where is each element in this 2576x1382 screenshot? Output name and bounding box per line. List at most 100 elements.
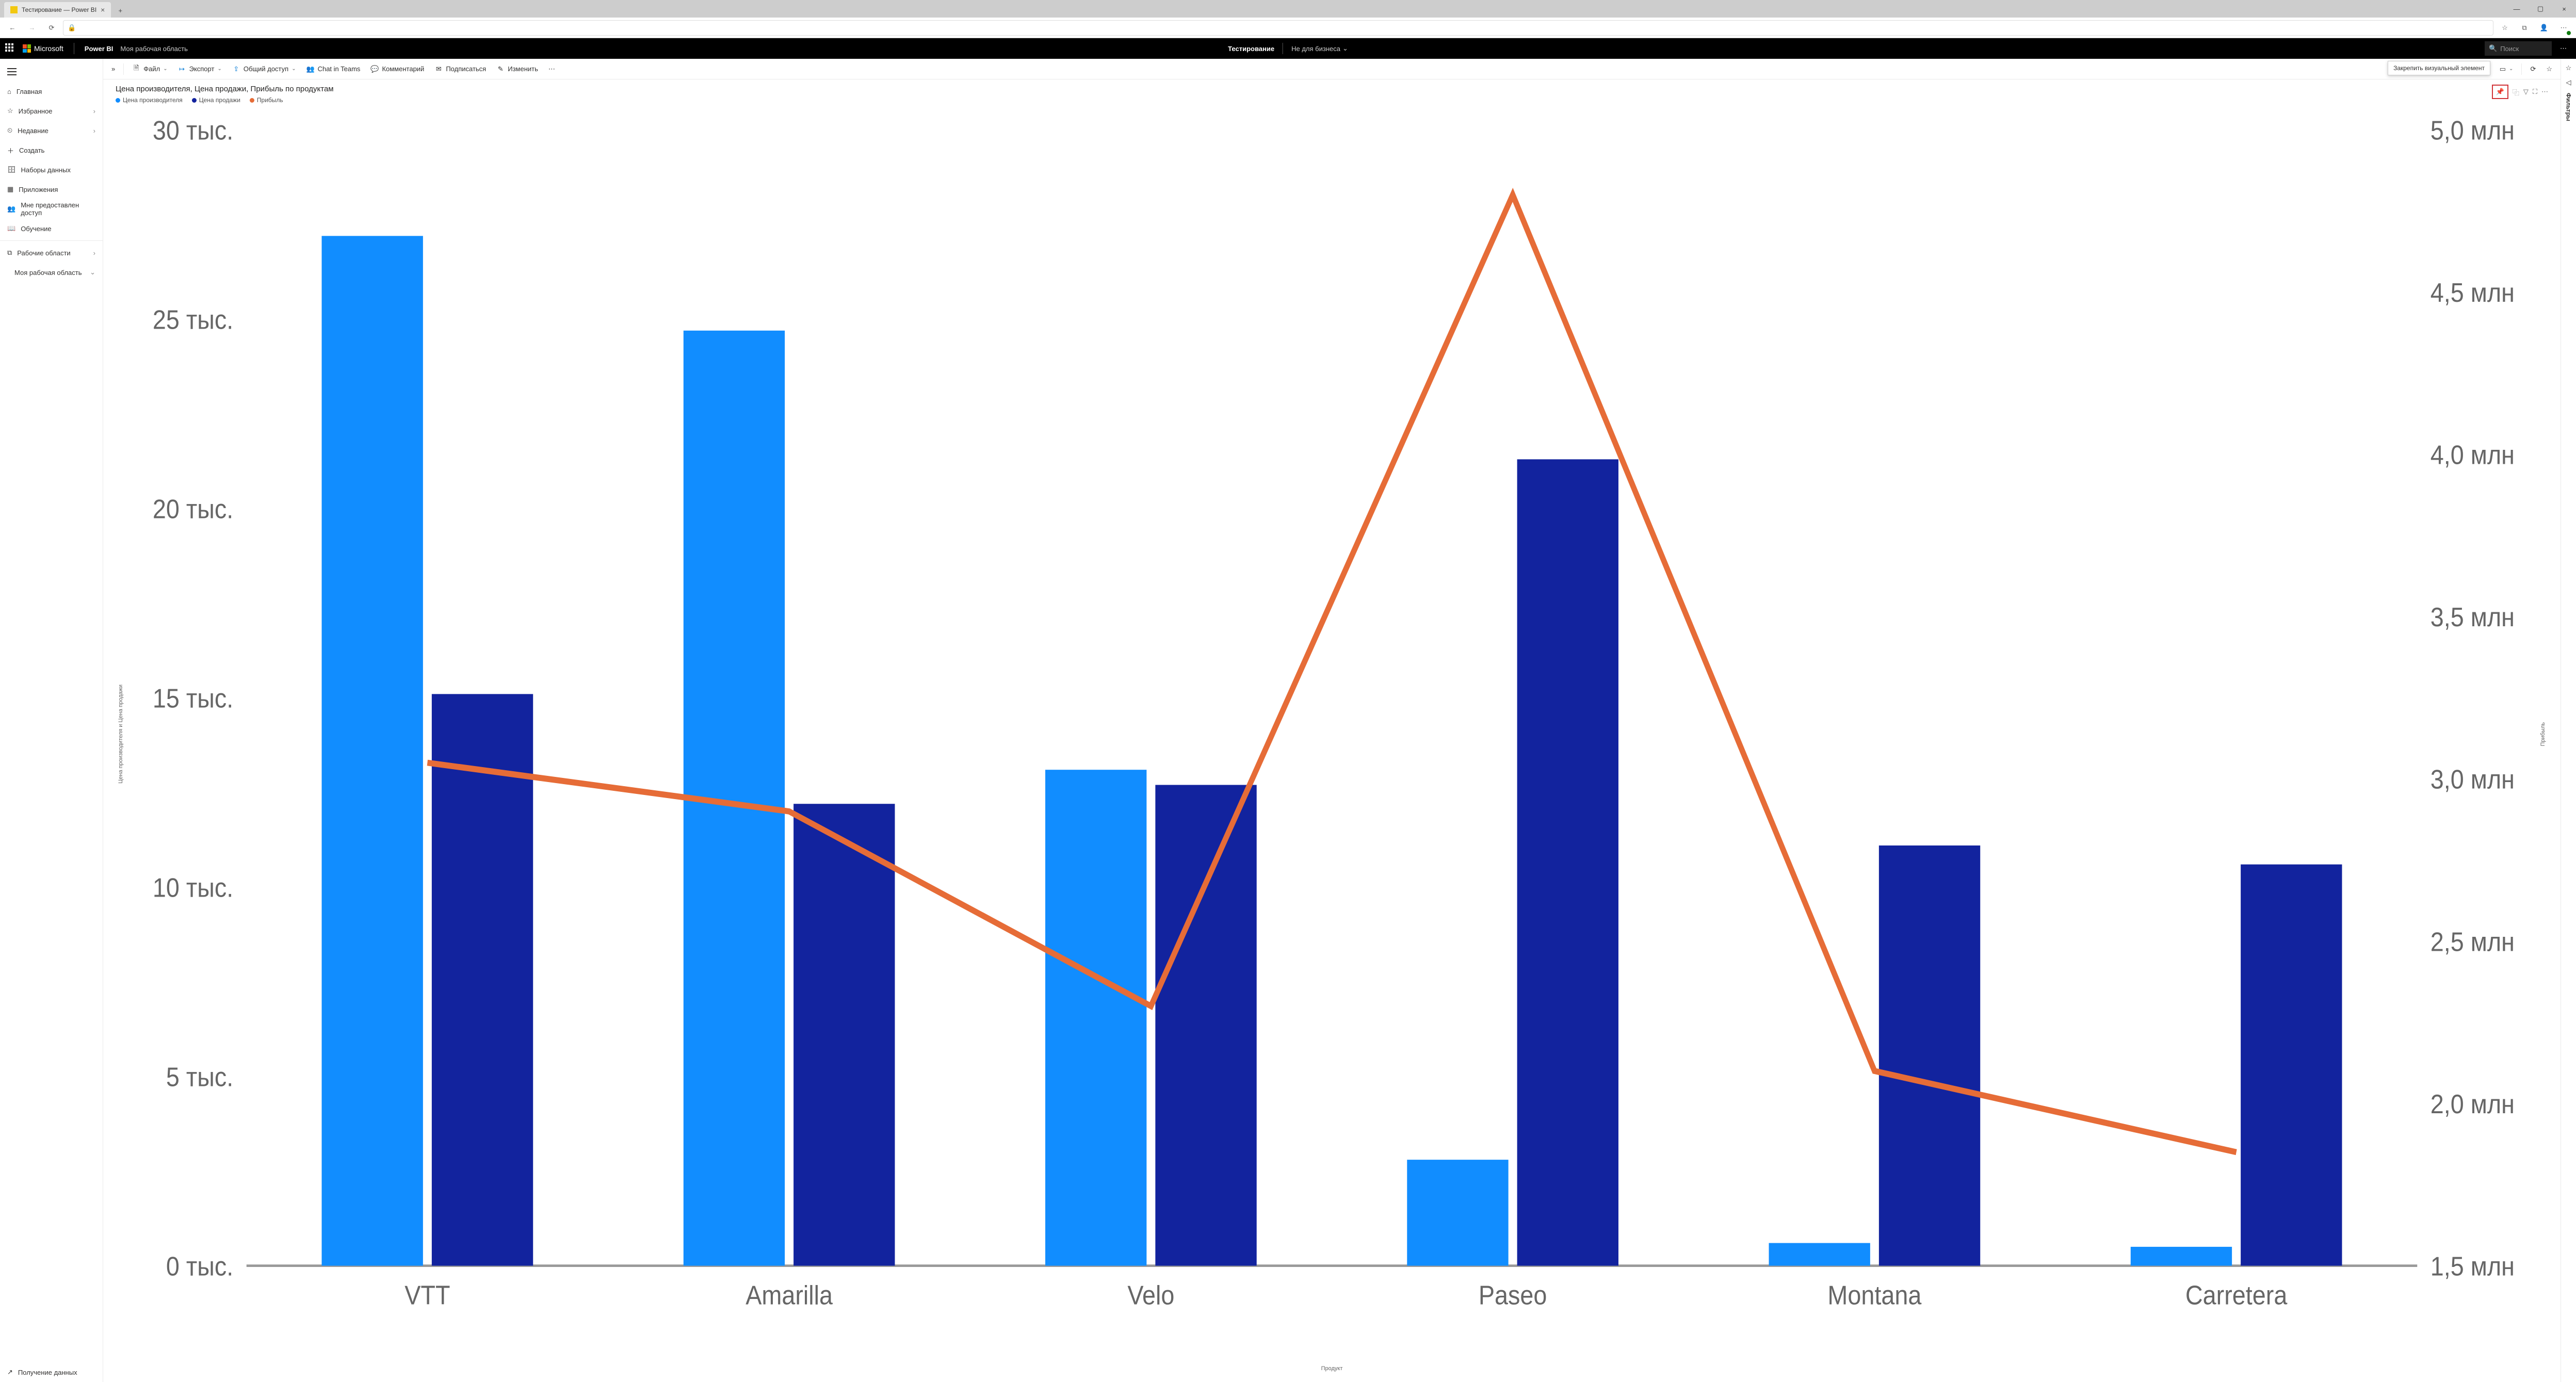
svg-text:15 тыс.: 15 тыс. [153, 684, 233, 713]
refresh-button[interactable]: ⟳ [2526, 61, 2540, 77]
legend-item[interactable]: Прибыль [250, 96, 283, 104]
nav-refresh-button[interactable]: ⟳ [43, 20, 60, 36]
chart-legend: Цена производителя Цена продажи Прибыль [116, 96, 2492, 104]
address-bar[interactable]: 🔒 [63, 20, 2493, 36]
window-close[interactable]: × [2552, 0, 2576, 18]
clock-icon: ⏲ [7, 126, 12, 135]
x-axis-label: Продукт [116, 1365, 2548, 1372]
shared-icon: 👥 [7, 205, 15, 213]
search-input[interactable]: 🔍 Поиск [2485, 41, 2552, 56]
chart-title: Цена производителя, Цена продажи, Прибыл… [116, 85, 2492, 93]
chevron-down-icon: ⌄ [2509, 66, 2513, 72]
powerbi-favicon [10, 6, 18, 13]
teams-icon: 👥 [306, 65, 315, 73]
view-menu[interactable]: ▭⌄ [2496, 61, 2518, 77]
share-menu[interactable]: ⇪Общий доступ⌄ [228, 61, 300, 77]
svg-text:VTT: VTT [404, 1280, 450, 1310]
window-maximize[interactable]: ▢ [2529, 0, 2552, 18]
legend-item[interactable]: Цена производителя [116, 96, 183, 104]
chevron-down-icon: ⌄ [1342, 44, 1348, 53]
collections-icon[interactable]: ⧉ [2516, 20, 2533, 36]
copy-visual-button[interactable]: ⿻ [2513, 87, 2519, 97]
window-controls: — ▢ × [2505, 0, 2576, 18]
nav-workspaces[interactable]: ⧉Рабочие области› [0, 243, 103, 263]
new-tab-button[interactable]: + [113, 3, 127, 18]
nav-forward-button[interactable]: → [24, 20, 40, 36]
svg-text:Montana: Montana [1827, 1280, 1922, 1310]
svg-text:1,5 млн: 1,5 млн [2431, 1251, 2515, 1281]
comment-button[interactable]: 💬Комментарий [366, 61, 428, 77]
report-canvas: Цена производителя, Цена продажи, Прибыл… [103, 79, 2561, 1382]
plus-icon: ＋ [7, 145, 14, 155]
nav-back-button[interactable]: ← [4, 20, 21, 36]
microsoft-icon [23, 44, 31, 53]
visual-header-tools: 📌 ⿻ ▽ ⛶ ⋯ [2492, 85, 2548, 99]
svg-text:4,5 млн: 4,5 млн [2431, 278, 2515, 308]
pin-visual-button[interactable]: 📌 [2492, 85, 2508, 99]
edit-button[interactable]: ✎Изменить [492, 61, 542, 77]
chevron-right-icon: › [93, 127, 95, 135]
nav-create[interactable]: ＋Создать [0, 140, 103, 160]
svg-text:5 тыс.: 5 тыс. [166, 1062, 233, 1092]
nav-datasets[interactable]: 🗄Наборы данных [0, 160, 103, 180]
filters-pane-collapsed: ☆ ◁ Фильтры [2561, 59, 2576, 1382]
nav-my-workspace[interactable]: Моя рабочая область⌄ [0, 263, 103, 282]
star-icon: ☆ [7, 107, 13, 115]
app-launcher-icon[interactable] [5, 43, 15, 54]
svg-text:10 тыс.: 10 тыс. [153, 873, 233, 903]
product-label[interactable]: Power BI [85, 45, 114, 53]
chevron-down-icon: ⌄ [217, 66, 221, 72]
nav-apps[interactable]: ▦Приложения [0, 180, 103, 199]
chevron-right-icon: › [93, 107, 95, 115]
browser-tabstrip: Тестирование — Power BI × + — ▢ × [0, 0, 2576, 18]
header-more-button[interactable]: ⋯ [2556, 44, 2571, 53]
svg-text:20 тыс.: 20 тыс. [153, 494, 233, 524]
apps-icon: ▦ [7, 185, 13, 193]
tab-title: Тестирование — Power BI [22, 6, 96, 13]
browser-more-icon[interactable]: ⋯ [2555, 20, 2572, 36]
chart-plot[interactable]: 0 тыс.5 тыс.10 тыс.15 тыс.20 тыс.25 тыс.… [126, 106, 2538, 1362]
nav-shared[interactable]: 👥Мне предоставлен доступ [0, 199, 103, 219]
file-menu[interactable]: 🗎Файл⌄ [128, 61, 171, 77]
expand-pane-icon[interactable]: ◁ [2566, 78, 2571, 87]
legend-item[interactable]: Цена продажи [192, 96, 240, 104]
tab-close-icon[interactable]: × [101, 6, 105, 14]
filters-pane-label[interactable]: Фильтры [2565, 93, 2572, 121]
mail-icon: ✉ [434, 65, 443, 73]
focus-mode-button[interactable]: ⛶ [2533, 88, 2537, 96]
pin-tooltip: Закрепить визуальный элемент [2388, 61, 2490, 75]
nav-recent[interactable]: ⏲Недавние› [0, 121, 103, 140]
workspace-breadcrumb[interactable]: Моя рабочая область [120, 45, 188, 53]
nav-home[interactable]: ⌂Главная [0, 82, 103, 101]
chevron-down-icon: ⌄ [90, 268, 95, 277]
browser-tab[interactable]: Тестирование — Power BI × [4, 2, 111, 18]
license-badge[interactable]: Не для бизнеса ⌄ [1291, 44, 1348, 53]
nav-favorites[interactable]: ☆Избранное› [0, 101, 103, 121]
profile-icon[interactable]: 👤 [2536, 20, 2552, 36]
visual-more-button[interactable]: ⋯ [2541, 88, 2548, 96]
nav-get-data[interactable]: ↗Получение данных [0, 1362, 103, 1382]
expand-pages-button[interactable]: » [107, 61, 119, 77]
chat-teams-button[interactable]: 👥Chat in Teams [302, 61, 365, 77]
favorites-icon[interactable]: ☆ [2497, 20, 2513, 36]
hamburger-button[interactable] [0, 62, 103, 82]
subscribe-button[interactable]: ✉Подписаться [430, 61, 490, 77]
svg-text:3,0 млн: 3,0 млн [2431, 765, 2515, 795]
svg-text:2,0 млн: 2,0 млн [2431, 1090, 2515, 1119]
comment-icon: 💬 [370, 65, 379, 73]
svg-text:5,0 млн: 5,0 млн [2431, 116, 2515, 145]
nav-learn[interactable]: 📖Обучение [0, 219, 103, 238]
chevron-right-icon: › [93, 249, 95, 257]
favorite-button[interactable]: ☆ [2542, 61, 2556, 77]
report-name[interactable]: Тестирование [1228, 45, 1274, 53]
svg-text:0 тыс.: 0 тыс. [166, 1251, 233, 1281]
svg-text:2,5 млн: 2,5 млн [2431, 927, 2515, 957]
window-minimize[interactable]: — [2505, 0, 2529, 18]
pane-star-icon[interactable]: ☆ [2566, 64, 2572, 72]
filter-visual-button[interactable]: ▽ [2523, 88, 2529, 96]
search-icon: 🔍 [2489, 44, 2497, 53]
export-menu[interactable]: ↦Экспорт⌄ [174, 61, 226, 77]
report-ribbon: » 🗎Файл⌄ ↦Экспорт⌄ ⇪Общий доступ⌄ 👥Chat … [103, 59, 2561, 79]
ribbon-more-button[interactable]: ⋯ [544, 61, 559, 77]
svg-text:3,5 млн: 3,5 млн [2431, 603, 2515, 632]
